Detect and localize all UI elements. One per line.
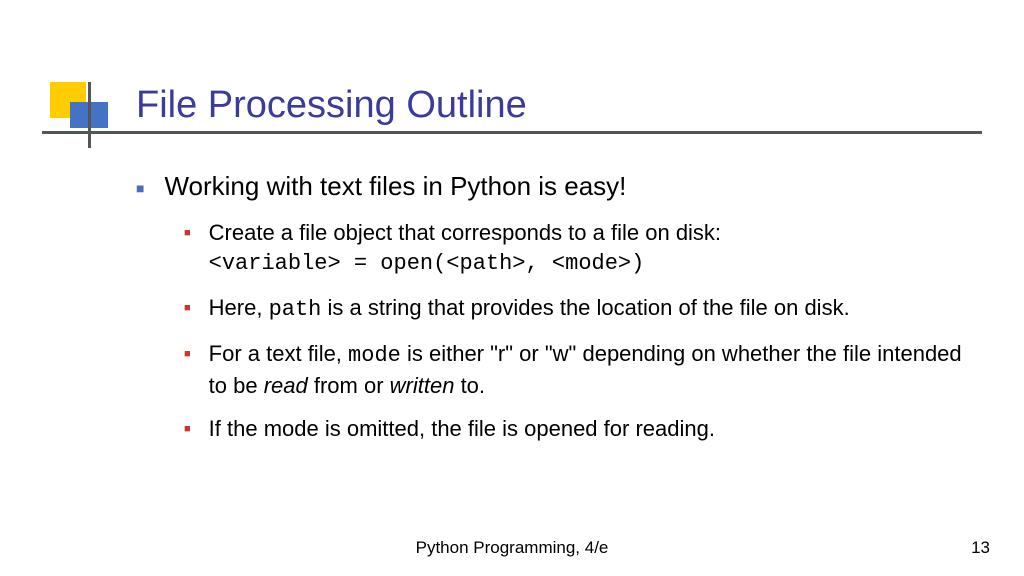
emphasis: read <box>264 373 308 398</box>
emphasis: written <box>390 373 455 398</box>
bullet-text: For a text file, mode is either "r" or "… <box>209 339 986 400</box>
bullet-text: Here, path is a string that provides the… <box>209 293 850 325</box>
bullet-marker: ■ <box>184 227 191 279</box>
bullet-marker: ■ <box>184 348 191 400</box>
slide-content: ■ Working with text files in Python is e… <box>136 170 986 458</box>
bullet-marker: ■ <box>184 423 191 444</box>
code-inline: path <box>269 297 322 322</box>
bullet-marker: ■ <box>136 180 144 204</box>
bullet-level2: ■ For a text file, mode is either "r" or… <box>184 339 986 400</box>
bullet-level2: ■ If the mode is omitted, the file is op… <box>184 414 986 444</box>
footer-text: Python Programming, 4/e <box>0 538 1024 558</box>
vertical-rule <box>88 82 91 148</box>
bullet-level2: ■ Here, path is a string that provides t… <box>184 293 986 325</box>
code-inline: mode <box>348 343 401 368</box>
slide-title: File Processing Outline <box>136 84 527 127</box>
page-number: 13 <box>971 538 990 558</box>
bullet-text: Working with text files in Python is eas… <box>164 170 626 204</box>
bullet-text: If the mode is omitted, the file is open… <box>209 414 715 444</box>
bullet-level1: ■ Working with text files in Python is e… <box>136 170 986 204</box>
bullet-level2: ■ Create a file object that corresponds … <box>184 218 986 279</box>
slide-decoration <box>42 82 92 132</box>
bullet-text: Create a file object that corresponds to… <box>209 218 721 279</box>
bullet-marker: ■ <box>184 302 191 325</box>
horizontal-rule <box>42 131 982 134</box>
code-snippet: <variable> = open(<path>, <mode>) <box>209 251 645 276</box>
